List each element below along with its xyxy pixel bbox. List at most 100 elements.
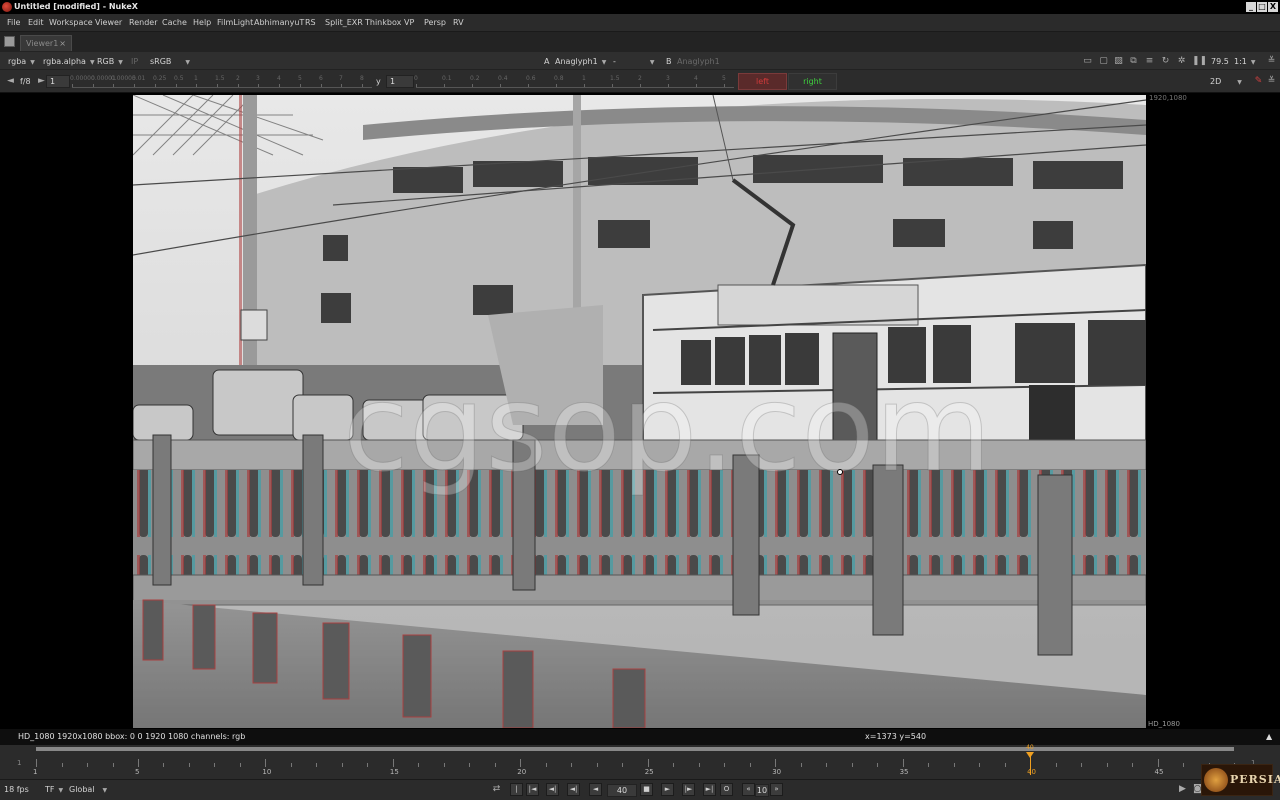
play-backward-button[interactable]: ◄ (589, 783, 602, 796)
roi-icon[interactable]: ▭ (1082, 56, 1093, 67)
frame-field[interactable]: 40 (607, 784, 637, 797)
menu-viewer[interactable]: Viewer (95, 18, 122, 27)
timeline-tick (87, 763, 88, 767)
menu-bar: File Edit Workspace Viewer Render Cache … (0, 14, 1280, 32)
slider-tick (300, 84, 301, 87)
timeline-range-bar[interactable] (36, 747, 1234, 751)
next-increment-button[interactable]: » (770, 783, 783, 796)
gain-decrease-icon[interactable]: ◄ (5, 76, 16, 87)
flipbook-icon[interactable]: ▶ (1177, 784, 1188, 795)
menu-edit[interactable]: Edit (28, 18, 44, 27)
timeline-tick (724, 763, 726, 767)
prev-keyframe-button[interactable]: |◄ (526, 783, 539, 796)
lines-icon[interactable]: ≡ (1144, 56, 1155, 67)
chevron-down-icon: ▼ (649, 59, 655, 66)
prev-increment-button[interactable]: « (742, 783, 755, 796)
playhead-marker[interactable] (1026, 752, 1035, 758)
tab-close-icon[interactable]: × (59, 36, 66, 51)
menu-abhimanyut[interactable]: AbhimanyuT (254, 18, 304, 27)
minimize-button[interactable]: _ (1246, 2, 1256, 12)
ip-toggle[interactable]: IP (131, 55, 138, 68)
fps-readout: 18 fps (4, 785, 29, 794)
slider-tick (724, 84, 725, 87)
menu-workspace[interactable]: Workspace (49, 18, 93, 27)
play-forward-button[interactable]: ► (661, 783, 674, 796)
menu-thinkbox[interactable]: Thinkbox (365, 18, 401, 27)
scope-dropdown[interactable]: Global ▼ (69, 783, 107, 796)
viewer-canvas[interactable]: cgsop.com 1920,1080 HD_1080 (0, 93, 1280, 729)
view-mode-dropdown[interactable]: 2D ▼ (1210, 75, 1242, 88)
increment-field[interactable]: 10 (755, 784, 769, 797)
gear-icon[interactable]: ✲ (1176, 56, 1187, 67)
prev-frame-button[interactable]: ◄| (546, 783, 559, 796)
menu-cache[interactable]: Cache (162, 18, 187, 27)
input-b-dropdown[interactable]: Anaglyph1 (677, 55, 720, 68)
timeline-tick (545, 763, 547, 767)
timeline-tick (953, 763, 955, 767)
next-frame-button[interactable]: |► (682, 783, 695, 796)
last-frame-button[interactable]: O (720, 783, 733, 796)
tab-viewer1[interactable]: Viewer1 × (20, 35, 72, 51)
clipping-warning-icon[interactable]: ▨ (1113, 56, 1124, 67)
timeline-tick (647, 759, 649, 767)
timeline-frame-label: 25 (644, 768, 654, 776)
paint-icon[interactable]: ✎ (1253, 76, 1264, 87)
menu-render[interactable]: Render (129, 18, 157, 27)
menu-persp[interactable]: Persp (424, 18, 446, 27)
composite-mode-dropdown[interactable]: - ▼ (613, 55, 655, 68)
info-expand-icon[interactable]: ▲ (1266, 729, 1272, 745)
logo-text: PERSIA (1230, 773, 1280, 786)
playback-bar: 18 fps TF ▼ Global ▼ ⇄ | |◄ ◄| ◄| ◄ 40 ■ ►… (0, 764, 1280, 800)
gain-field[interactable]: 1 (46, 75, 70, 88)
menu-rv[interactable]: RV (453, 18, 464, 27)
refresh-icon[interactable]: ↻ (1160, 56, 1171, 67)
expand-down-icon[interactable]: ≚ (1266, 76, 1277, 87)
timeline-tick (1055, 763, 1057, 767)
proxy-icon[interactable]: ⧉ (1128, 56, 1139, 67)
stop-button[interactable]: ■ (640, 783, 653, 796)
close-button[interactable]: X (1268, 2, 1278, 12)
slider-tick (217, 84, 218, 87)
tf-value: TF (45, 785, 55, 794)
chevron-down-icon: ▼ (185, 59, 191, 66)
menu-split-exr[interactable]: Split_EXR (325, 18, 363, 27)
menu-file[interactable]: File (7, 18, 20, 27)
slider-tick-label: 0.4 (498, 75, 508, 82)
timeline-tick (36, 759, 37, 767)
ratio-dropdown[interactable]: 1:1 ▼ (1234, 55, 1256, 68)
lut-dropdown[interactable]: sRGB ▼ (150, 55, 190, 68)
pane-menu-icon[interactable] (4, 36, 15, 47)
menu-vp[interactable]: VP (404, 18, 414, 27)
timeline[interactable]: 1 1 1 5 10 15 20 25 30 35 40 45 40 (0, 744, 1280, 779)
ratio-value: 1:1 (1234, 57, 1247, 66)
first-frame-button[interactable]: | (510, 783, 523, 796)
view-left-button[interactable]: left (738, 73, 787, 90)
pause-icon[interactable]: ❚❚ (1192, 56, 1207, 67)
menu-filmlight[interactable]: FilmLight (217, 18, 253, 27)
timeline-tick (826, 763, 828, 767)
layer-dropdown[interactable]: rgba ▼ (8, 55, 35, 68)
display-channels-dropdown[interactable]: RGB ▼ (97, 55, 123, 68)
alpha-channel-dropdown[interactable]: rgba.alpha ▼ (43, 55, 95, 68)
chevron-down-icon: ▼ (601, 59, 607, 66)
maximize-button[interactable]: □ (1257, 2, 1267, 12)
safe-area-icon[interactable]: ▢ (1098, 56, 1109, 67)
format-label-bottom: HD_1080 (1148, 720, 1180, 728)
timeline-track[interactable]: 1 5 10 15 20 25 30 35 40 45 40 (33, 744, 1235, 777)
tf-dropdown[interactable]: TF ▼ (45, 783, 63, 796)
gamma-slider[interactable]: 0 0.1 0.2 0.4 0.6 0.8 1 1.5 2 3 4 5 (414, 74, 734, 88)
gain-slider[interactable]: 0.00000 0.00001 0.00005 0.01 0.25 0.5 1 1.5 2 3 4 5… (70, 74, 372, 88)
gamma-field[interactable]: 1 (386, 75, 414, 88)
slider-tick (238, 84, 239, 87)
next-keyframe-button[interactable]: ►| (703, 783, 716, 796)
loop-mode-icon[interactable]: ⇄ (491, 784, 502, 795)
view-right-button[interactable]: right (788, 73, 837, 90)
menu-help[interactable]: Help (193, 18, 211, 27)
step-back-button[interactable]: ◄| (567, 783, 580, 796)
menu-rs[interactable]: RS (305, 18, 316, 27)
chevron-down-icon: ▼ (102, 787, 108, 794)
chevron-down-icon: ▼ (1250, 59, 1256, 66)
slider-tick (93, 84, 94, 87)
expand-icon[interactable]: ≚ (1266, 56, 1277, 67)
input-a-dropdown[interactable]: Anaglyph1 ▼ (555, 55, 606, 68)
